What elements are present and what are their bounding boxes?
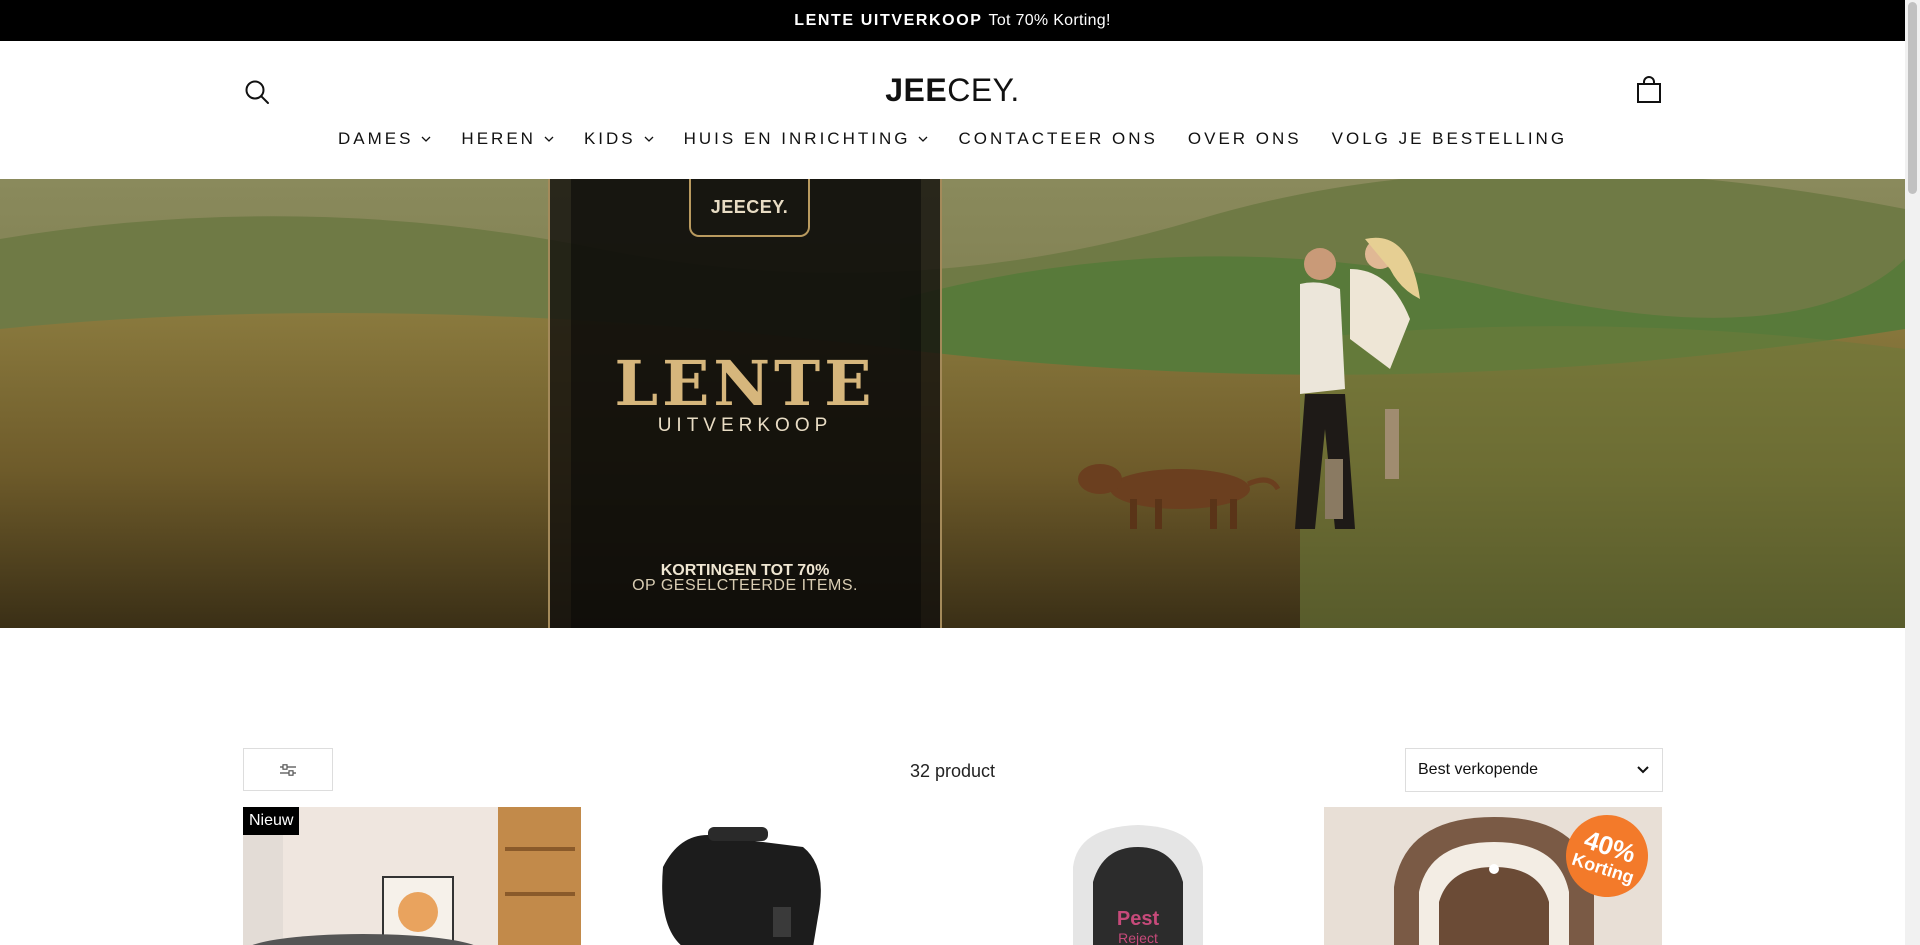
announcement-text: Tot 70% Korting! <box>988 11 1111 29</box>
chevron-down-icon <box>919 136 928 142</box>
nav-item-label: HEREN <box>461 129 536 148</box>
couple-illustration <box>1295 237 1420 529</box>
product-card[interactable] <box>603 807 941 945</box>
nav-item-volg-je-bestelling[interactable]: VOLG JE BESTELLING <box>1317 129 1582 149</box>
nav-item-label: CONTACTEER ONS <box>958 129 1158 148</box>
hero-logo-badge: JEECEY. <box>689 179 810 237</box>
nav-item-label: VOLG JE BESTELLING <box>1331 129 1568 148</box>
svg-text:Reject: Reject <box>1118 930 1158 945</box>
site-logo[interactable]: JEECEY. <box>0 72 1905 109</box>
chevron-down-icon <box>644 136 654 142</box>
product-card[interactable]: Nieuw <box>243 807 581 945</box>
sort-select[interactable]: Best verkopende <box>1405 748 1663 792</box>
hero-landscape <box>0 179 1905 628</box>
svg-text:Pest: Pest <box>1117 908 1160 930</box>
nav-item-label: HUIS EN INRICHTING <box>683 129 911 148</box>
announcement-bold: LENTE UITVERKOOP <box>794 11 983 29</box>
nav-item-label: OVER ONS <box>1187 129 1302 148</box>
nav-item-huis-en-inrichting[interactable]: HUIS EN INRICHTING <box>669 129 944 149</box>
nav-item-dames[interactable]: DAMES <box>323 129 446 149</box>
chevron-down-icon <box>1637 766 1649 774</box>
product-card[interactable]: 40% Korting <box>1324 807 1662 945</box>
product-image: Pest Reject <box>963 807 1301 945</box>
nav-item-label: DAMES <box>337 129 414 148</box>
chevron-down-icon <box>544 136 554 142</box>
hero-banner[interactable]: JEECEY. LENTE UITVERKOOP KORTINGEN TOT 7… <box>0 179 1905 628</box>
main-nav: DAMES HEREN KIDS HUIS EN INRICHTING CONTACTE… <box>0 129 1905 149</box>
logo-light: CEY. <box>947 72 1020 108</box>
nav-item-over-ons[interactable]: OVER ONS <box>1173 129 1317 149</box>
product-image <box>603 807 941 945</box>
hero-subtitle: UITVERKOOP <box>657 415 833 436</box>
sort-selected: Best verkopende <box>1418 761 1539 778</box>
page-scrollbar[interactable] <box>1905 0 1920 945</box>
site-header: JEECEY. DAMES HEREN KIDS HUIS EN INRICHTING… <box>0 41 1905 179</box>
chevron-down-icon <box>421 136 431 142</box>
nav-item-label: KIDS <box>583 129 636 148</box>
nav-item-kids[interactable]: KIDS <box>569 129 669 149</box>
collection-toolbar: 32 product Best verkopende <box>0 628 1905 828</box>
nav-item-contacteer-ons[interactable]: CONTACTEER ONS <box>943 129 1172 149</box>
product-card[interactable]: Pest Reject <box>963 807 1301 945</box>
logo-bold: JEE <box>885 72 948 108</box>
hero-title: LENTE <box>614 347 876 420</box>
dog-illustration <box>1078 464 1280 529</box>
hero-discount-subline: OP GESELCTEERDE ITEMS. <box>632 577 858 594</box>
announcement-bar: LENTE UITVERKOOP Tot 70% Korting! <box>0 0 1905 41</box>
product-grid: Nieuw Pest Reject 40% Korting <box>243 807 1663 945</box>
nav-item-heren[interactable]: HEREN <box>446 129 569 149</box>
shopping-bag-icon[interactable] <box>1636 76 1662 104</box>
new-badge: Nieuw <box>243 807 300 835</box>
scrollbar-thumb[interactable] <box>1908 2 1917 194</box>
